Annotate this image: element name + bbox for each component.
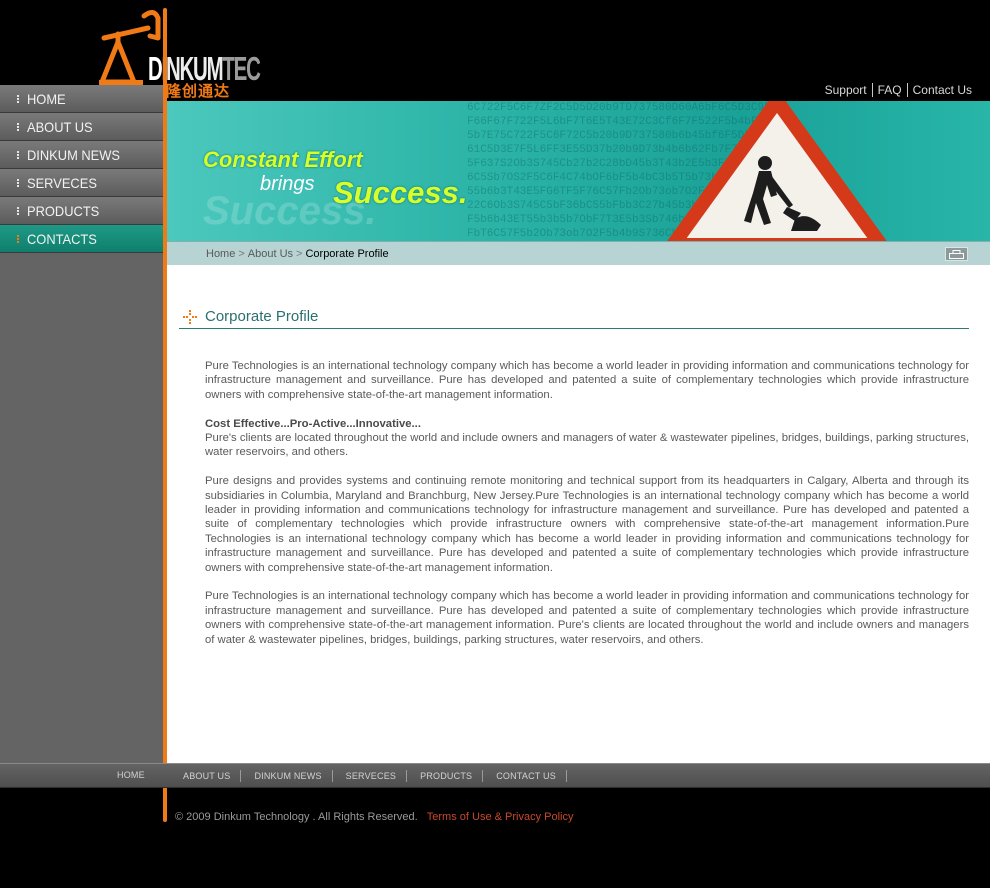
main-content: Corporate Profile Pure Technologies is a… [167,265,990,763]
sidebar-item-serveces[interactable]: SERVECES [0,169,163,197]
dotted-bullet-icon [17,206,21,215]
footer-products-link[interactable]: PRODUCTS [417,771,482,781]
breadcrumb-home[interactable]: Home [206,248,235,260]
article-paragraph: Pure's clients are located throughout th… [205,432,969,459]
footer-dinkum-news-link[interactable]: DINKUM NEWS [251,771,331,781]
hero-banner: 6C722F5C6F7ZF2C5D5D20b9TD737580D60A6bF6C… [167,101,990,241]
top-links: Support FAQ Contact Us [820,83,977,97]
banner-line-3: Success. [333,175,468,210]
footer-about-us-link[interactable]: ABOUT US [180,771,240,781]
sidebar-item-label: HOME [27,90,66,107]
sidebar-item-products[interactable]: PRODUCTS [0,197,163,225]
divider [482,770,484,782]
sidebar-item-label: ABOUT US [27,118,93,135]
footer-home-link[interactable]: HOME [117,770,145,780]
breadcrumb-bar: Home > About Us > Corporate Profile [167,241,990,265]
footer-nav: HOME ABOUT US DINKUM NEWS SERVECES PRODU… [0,763,990,788]
dotted-bullet-icon [17,94,21,103]
sidebar-item-label: PRODUCTS [27,202,100,219]
chevron-right-icon: > [238,247,245,260]
sidebar-item-label: DINKUM NEWS [27,146,121,163]
road-works-warning-sign-icon [667,101,887,241]
contact-us-link[interactable]: Contact Us [908,83,977,97]
dotted-bullet-icon [17,150,21,159]
sidebar-item-label: SERVECES [27,174,97,191]
copyright-text: © 2009 Dinkum Technology . All Rights Re… [175,811,418,823]
footer-links: ABOUT US DINKUM NEWS SERVECES PRODUCTS C… [180,770,577,782]
dotted-bullet-icon [17,178,21,187]
divider [240,770,242,782]
sidebar: HOME ABOUT US DINKUM NEWS SERVECES PRODU… [0,85,163,763]
dotted-bullet-icon [17,234,21,243]
copyright: © 2009 Dinkum Technology . All Rights Re… [175,811,573,823]
support-link[interactable]: Support [820,83,872,97]
article-body: Pure Technologies is an international te… [205,359,969,661]
footer-serveces-link[interactable]: SERVECES [343,771,406,781]
divider [331,770,333,782]
section-title: Corporate Profile [205,308,319,325]
divider [406,770,408,782]
banner-line-2: brings [260,173,315,195]
breadcrumb-current: Corporate Profile [305,247,389,260]
breadcrumb: Home > About Us > Corporate Profile [206,248,389,260]
article-paragraph: Pure Technologies is an international te… [205,360,969,401]
article-subheading: Cost Effective...Pro-Active...Innovative… [205,417,421,430]
sidebar-item-dinkum-news[interactable]: DINKUM NEWS [0,141,163,169]
divider [565,770,567,782]
print-button[interactable] [945,247,968,261]
breadcrumb-about-us[interactable]: About Us [248,248,293,260]
article-paragraph: Pure designs and provides systems and co… [205,475,969,574]
sidebar-item-home[interactable]: HOME [0,85,163,113]
article-paragraph: Pure Technologies is an international te… [205,590,969,646]
brand-chinese-name: 隆创通达 [166,83,231,100]
section-header: Corporate Profile [179,305,969,329]
sidebar-item-about-us[interactable]: ABOUT US [0,113,163,141]
sidebar-item-label: CONTACTS [27,230,97,247]
footer-contact-us-link[interactable]: CONTACT US [493,771,566,781]
faq-link[interactable]: FAQ [873,83,907,97]
chevron-right-icon: > [296,247,303,260]
print-icon [949,249,964,259]
dotted-bullet-icon [17,122,21,131]
crosshair-bullet-icon [183,310,197,324]
banner-line-1: Constant Effort [203,147,363,172]
sidebar-item-contacts[interactable]: CONTACTS [0,225,163,253]
terms-privacy-link[interactable]: Terms of Use & Privacy Policy [427,811,574,823]
